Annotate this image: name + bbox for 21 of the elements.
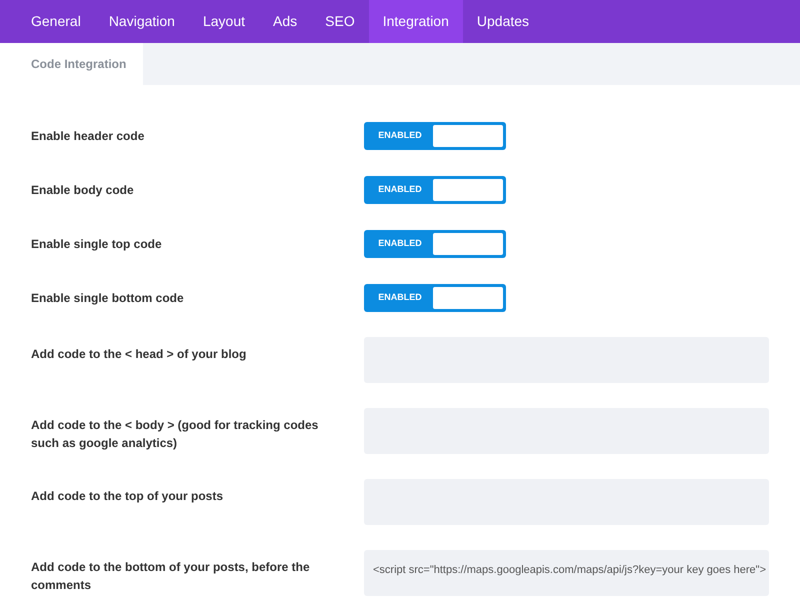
nav-tab[interactable]: Navigation [94,0,189,43]
nav-tab[interactable]: Integration [368,0,463,43]
toggle-switch[interactable]: ENABLED [364,176,506,204]
nav-tab[interactable]: SEO [311,0,369,43]
setting-label: Enable body code [30,182,135,199]
nav-tab[interactable]: General [17,0,95,43]
setting-label: Add code to the < body > (good for tracking codes such as google analytics) [30,417,320,452]
setting-label: Enable header code [30,128,146,145]
toggle-switch[interactable]: ENABLED [364,230,506,258]
code-field[interactable]: <script src="https://maps.googleapis.com/maps/api/js?key=your key goes here"> [364,550,769,596]
setting-label: Enable single bottom code [30,290,185,307]
toggle-switch[interactable]: ENABLED [364,284,506,312]
nav-tab[interactable]: Ads [259,0,312,43]
setting-label: Enable single top code [30,236,163,253]
nav-tab[interactable]: Updates [462,0,544,43]
setting-label: Add code to the < head > of your blog [30,346,248,363]
toggle-switch[interactable]: ENABLED [364,122,506,150]
setting-label: Add code to the bottom of your posts, before the comments [30,559,311,594]
nav-tab[interactable]: Layout [188,0,260,43]
sub-tab[interactable]: Code Integration [0,43,143,85]
setting-label: Add code to the top of your posts [30,488,224,505]
